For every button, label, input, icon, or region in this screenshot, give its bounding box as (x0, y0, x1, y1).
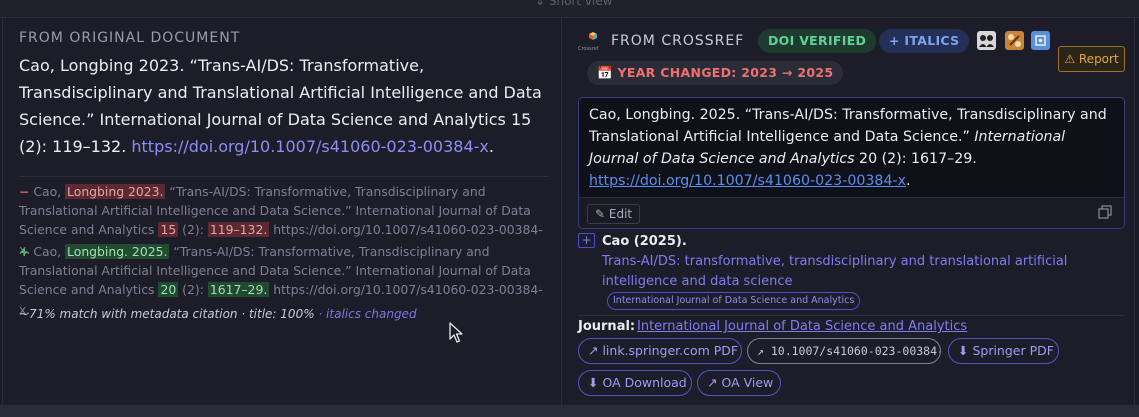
diff-deleted-chunk: 119–132. (207, 222, 270, 238)
short-view-toggle[interactable]: ⇕ Short view (535, 0, 613, 8)
crossref-section-label: FROM CROSSREF (611, 33, 745, 49)
original-citation-end: . (488, 137, 494, 156)
crossref-logo-icon: Crossref (578, 32, 599, 51)
report-button[interactable]: ⚠ Report (1058, 46, 1125, 72)
oa-view-button[interactable]: ↗ OA View (697, 370, 781, 396)
diff-minus-sign: − (19, 184, 30, 199)
match-summary-text: ~71% match with metadata citation · titl… (19, 307, 315, 321)
springer-pdf-button[interactable]: ⬇ Springer PDF (948, 338, 1059, 364)
italics-changed-note: · italics changed (314, 307, 417, 321)
journal-link[interactable]: International Journal of Data Science an… (637, 319, 967, 334)
original-section-label: FROM ORIGINAL DOCUMENT (19, 30, 241, 46)
diff-inserted-chunk: Longbing. 2025. (65, 244, 170, 259)
match-summary: ~71% match with metadata citation · titl… (19, 307, 417, 321)
diff-inserted-chunk: 1617–29. (207, 282, 270, 298)
italics-badge: + ITALICS (879, 29, 970, 53)
crossref-citation-box: Cao, Longbing. 2025. “Trans-AI/DS: Trans… (578, 97, 1125, 229)
svg-text:Crossref: Crossref (578, 46, 599, 51)
right-separator (578, 315, 1125, 316)
diff-text: Cao, (29, 184, 66, 199)
panel-divider (561, 18, 562, 405)
openalex-icon[interactable] (1031, 31, 1050, 50)
doi-button[interactable]: ↗ 10.1007/s41060-023-00384-x (747, 338, 941, 364)
semantic-scholar-icon[interactable] (1005, 31, 1024, 50)
mouse-cursor-icon (449, 322, 463, 343)
oa-download-button[interactable]: ⬇ OA Download (578, 370, 692, 396)
diff-inserted-chunk: 20 (158, 282, 179, 298)
copy-icon[interactable] (1098, 205, 1112, 219)
diff-plus-sign: + (19, 244, 30, 259)
bottom-strip (0, 405, 1139, 417)
crossref-doi-link[interactable]: https://doi.org/10.1007/s41060-023-00384… (589, 173, 906, 189)
year-changed-badge: 📅 YEAR CHANGED: 2023 → 2025 (587, 61, 844, 85)
people-source-icon[interactable] (977, 31, 996, 50)
diff-text: (2): (178, 282, 208, 298)
diff-text: Cao, (29, 244, 66, 259)
diff-text: (2): (178, 222, 208, 238)
diff-deleted-chunk: Longbing 2023. (65, 184, 166, 199)
original-citation: Cao, Longbing 2023. “Trans-AI/DS: Transf… (19, 52, 549, 160)
doi-verified-badge: DOI VERIFIED (758, 29, 877, 53)
crossref-citation-part: 20 (2): 1617–29. (854, 151, 977, 167)
edit-button[interactable]: ✎ Edit (587, 204, 641, 224)
left-separator (19, 176, 549, 177)
crossref-citation-text[interactable]: Cao, Longbing. 2025. “Trans-AI/DS: Trans… (589, 104, 1116, 192)
citation-box-footer: ✎ Edit (579, 197, 1124, 228)
original-doi-link[interactable]: https://doi.org/10.1007/s41060-023-00384… (131, 137, 488, 156)
journal-label: Journal: (578, 319, 636, 334)
result-title[interactable]: Trans-AI/DS: transformative, transdiscip… (602, 252, 1122, 292)
crossref-citation-end: . (905, 173, 911, 189)
expand-result-button[interactable]: + (578, 233, 595, 248)
diff-deleted-chunk: 15 (158, 222, 179, 238)
result-author: Cao (2025). (602, 234, 687, 249)
result-journal-pill: International Journal of Data Science an… (607, 292, 861, 310)
springer-link-pdf-button[interactable]: ↗ link.springer.com PDF (578, 338, 742, 364)
